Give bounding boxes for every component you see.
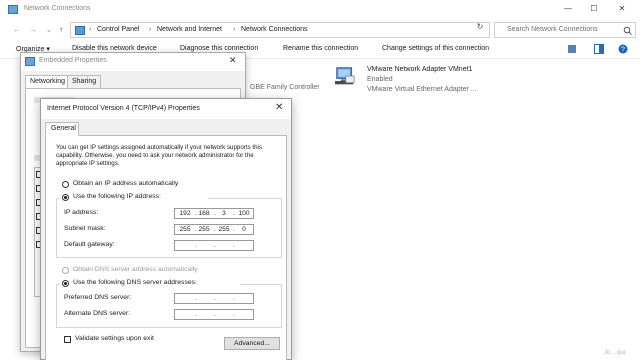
octet-separator: . <box>214 311 216 318</box>
group-header: Use the following DNS server addresses: <box>60 279 240 289</box>
use-following-dns-label[interactable]: Use the following DNS server addresses: <box>73 279 197 286</box>
close-button[interactable]: ✕ <box>275 102 283 113</box>
ip-octet: 100 <box>238 210 250 217</box>
octet-separator: . <box>233 311 235 318</box>
control-panel-icon <box>75 26 85 35</box>
dialog-title-bar: Embedded Properties ✕ <box>21 53 245 71</box>
network-adapter-icon <box>335 67 355 85</box>
adapter-properties-icon <box>25 57 35 66</box>
search-input[interactable]: Search Network Connections <box>494 22 636 38</box>
octet-separator: . <box>195 295 197 302</box>
breadcrumb-separator: › <box>89 26 92 33</box>
preferred-dns-field[interactable]: . . . <box>174 293 254 304</box>
view-options-icon[interactable] <box>568 44 578 54</box>
obtain-dns-auto-radio[interactable] <box>62 267 69 274</box>
dialog-title: Embedded Properties <box>39 57 107 64</box>
description-text: You can get IP settings assigned automat… <box>56 144 263 167</box>
ip-octet: 0 <box>242 226 246 233</box>
disable-device-button[interactable]: Disable this network device <box>72 45 157 52</box>
general-panel: You can get IP settings assigned automat… <box>45 135 287 360</box>
octet-separator: . <box>233 210 235 217</box>
up-button[interactable]: ↑ <box>56 25 66 35</box>
breadcrumb-control-panel[interactable]: Control Panel <box>97 26 139 33</box>
window-title: Network Connections <box>24 5 91 12</box>
obtain-ip-auto-label[interactable]: Obtain an IP address automatically <box>73 180 178 187</box>
dns-settings-group <box>56 284 282 328</box>
minimize-button[interactable]: — <box>560 3 576 15</box>
maximize-button[interactable]: ☐ <box>586 3 602 15</box>
breadcrumb-separator: › <box>149 26 152 33</box>
octet-separator: . <box>195 311 197 318</box>
default-gateway-field[interactable]: . . . <box>174 240 254 251</box>
octet-separator: . <box>233 295 235 302</box>
ip-octet: 255 <box>198 226 210 233</box>
use-following-ip-label[interactable]: Use the following IP address: <box>73 193 161 200</box>
alternate-dns-label: Alternate DNS server: <box>64 310 131 317</box>
ip-octet: 3 <box>222 210 226 217</box>
validate-label[interactable]: Validate settings upon exit <box>75 335 154 342</box>
default-gateway-label: Default gateway: <box>64 241 115 248</box>
change-settings-button[interactable]: Change settings of this connection <box>382 45 489 52</box>
back-button[interactable]: ← <box>12 25 22 35</box>
forward-button[interactable]: → <box>28 25 38 35</box>
recent-locations-button[interactable]: ⌄ <box>44 25 54 35</box>
octet-separator: . <box>214 242 216 249</box>
ipv4-properties-dialog: Internet Protocol Version 4 (TCP/IPv4) P… <box>40 98 292 360</box>
adapter-status: Enabled <box>367 76 393 83</box>
tab-sharing[interactable]: Sharing <box>67 75 102 89</box>
adapter-description: GBE Family Controller <box>250 84 320 91</box>
network-folder-icon <box>8 5 18 14</box>
close-button[interactable]: ✕ <box>614 3 630 15</box>
watermark-text: Jo... qui <box>604 350 626 356</box>
ip-address-label: IP address: <box>64 209 99 216</box>
address-bar: ← → ⌄ ↑ › Control Panel › Network and In… <box>0 19 640 41</box>
preview-pane-icon[interactable] <box>594 44 604 54</box>
octet-separator: . <box>233 242 235 249</box>
ip-octet: 192 <box>179 210 191 217</box>
rename-button[interactable]: Rename this connection <box>283 45 358 52</box>
dialog-title-bar: Internet Protocol Version 4 (TCP/IPv4) P… <box>41 99 291 119</box>
breadcrumb-network-connections[interactable]: Network Connections <box>241 26 308 33</box>
search-placeholder: Search Network Connections <box>507 26 598 33</box>
address-field[interactable]: › Control Panel › Network and Internet ›… <box>70 22 539 38</box>
svg-text:?: ? <box>621 47 625 54</box>
obtain-dns-auto-label[interactable]: Obtain DNS server address automatically <box>73 266 198 273</box>
subnet-mask-field[interactable]: 255 . 255 . 255 . 0 <box>174 224 254 235</box>
title-bar: Network Connections — ☐ ✕ <box>0 0 640 19</box>
octet-separator: . <box>214 295 216 302</box>
alternate-dns-field[interactable]: . . . <box>174 309 254 320</box>
help-icon[interactable]: ? <box>618 44 628 54</box>
obtain-ip-auto-radio[interactable] <box>62 181 69 188</box>
refresh-button[interactable]: ↻ <box>474 21 486 32</box>
octet-separator: . <box>195 242 197 249</box>
adapter-name: VMware Network Adapter VMnet1 <box>367 66 473 73</box>
diagnose-button[interactable]: Diagnose this connection <box>180 45 258 52</box>
adapter-description: VMware Virtual Ethernet Adapter ... <box>367 86 477 93</box>
ip-octet: 255 <box>218 226 230 233</box>
octet-separator: . <box>233 226 235 233</box>
breadcrumb-network-internet[interactable]: Network and Internet <box>157 26 222 33</box>
ip-address-field[interactable]: 192 . 168 . 3 . 100 <box>174 208 254 219</box>
validate-checkbox[interactable] <box>64 336 71 343</box>
close-button[interactable]: ✕ <box>229 55 237 66</box>
use-following-ip-radio[interactable] <box>62 194 69 201</box>
use-following-dns-radio[interactable] <box>62 280 69 287</box>
adapter-item[interactable]: VMware Network Adapter VMnet1 Enabled VM… <box>333 64 493 98</box>
subnet-mask-label: Subnet mask: <box>64 225 106 232</box>
tab-networking[interactable]: Networking <box>25 75 71 89</box>
dialog-title: Internet Protocol Version 4 (TCP/IPv4) P… <box>47 105 200 112</box>
advanced-button[interactable]: Advanced... <box>224 337 280 350</box>
preferred-dns-label: Preferred DNS server: <box>64 294 132 301</box>
ip-octet: 168 <box>198 210 210 217</box>
search-icon <box>623 26 632 35</box>
tab-general[interactable]: General <box>45 122 79 136</box>
breadcrumb-separator: › <box>233 26 236 33</box>
ip-octet: 255 <box>179 226 191 233</box>
group-header: Use the following IP address: <box>60 193 208 203</box>
